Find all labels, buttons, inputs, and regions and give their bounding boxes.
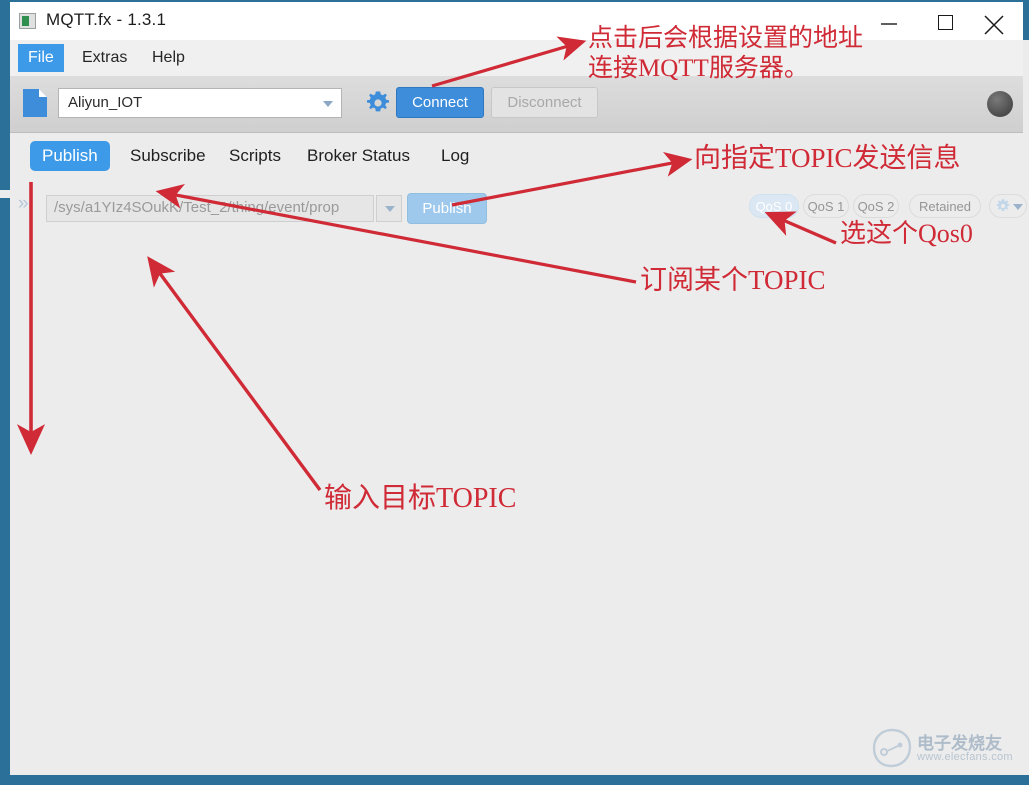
chevron-down-icon: [385, 206, 395, 212]
broker-profile-value: Aliyun_IOT: [68, 94, 143, 111]
gear-icon: [996, 199, 1010, 211]
tab-log[interactable]: Log: [429, 141, 481, 171]
publish-message-area[interactable]: [10, 229, 1023, 775]
qos-1-button[interactable]: QoS 1: [803, 194, 849, 218]
menu-item-help[interactable]: Help: [142, 44, 195, 72]
publish-settings-button[interactable]: [989, 194, 1027, 218]
tab-subscribe[interactable]: Subscribe: [118, 141, 218, 171]
topic-input-value: /sys/a1YIz4SOukK/Test_2/thing/event/prop: [54, 199, 340, 216]
close-button[interactable]: [971, 2, 1017, 42]
menu-item-extras[interactable]: Extras: [72, 44, 137, 72]
chevron-down-icon: [323, 101, 333, 107]
qos-2-button[interactable]: QoS 2: [853, 194, 899, 218]
menu-item-file[interactable]: File: [18, 44, 64, 72]
connect-button[interactable]: Connect: [396, 87, 484, 118]
topic-history-dropdown[interactable]: [376, 195, 402, 222]
connection-toolbar: Aliyun_IOT Connect Disconnect: [10, 76, 1023, 133]
watermark-url: www.elecfans.com: [917, 751, 1013, 763]
title-bar: MQTT.fx - 1.3.1: [10, 2, 1023, 40]
minimize-button[interactable]: [879, 2, 925, 42]
file-icon[interactable]: [22, 88, 48, 118]
mqttfx-app-icon: [19, 13, 36, 29]
window-right-border: [1023, 0, 1029, 40]
chevron-down-icon: [1013, 204, 1023, 210]
window-title: MQTT.fx - 1.3.1: [46, 10, 167, 29]
window-left-border: [0, 0, 10, 785]
topic-input[interactable]: /sys/a1YIz4SOukK/Test_2/thing/event/prop: [46, 195, 374, 222]
watermark: 电子发烧友 www.elecfans.com: [871, 727, 1017, 771]
disconnect-button: Disconnect: [491, 87, 598, 118]
menu-bar: File Extras Help: [10, 40, 1023, 76]
tab-publish[interactable]: Publish: [30, 141, 110, 171]
qos-0-button[interactable]: QoS 0: [749, 194, 799, 218]
connection-status-indicator: [987, 91, 1013, 117]
main-tab-bar: Publish Subscribe Scripts Broker Status …: [10, 133, 1023, 181]
publish-button[interactable]: Publish: [407, 193, 487, 224]
publish-toolbar: » /sys/a1YIz4SOukK/Test_2/thing/event/pr…: [10, 181, 1027, 229]
gear-icon[interactable]: [366, 90, 390, 116]
maximize-icon: [938, 15, 953, 30]
mqttfx-window: MQTT.fx - 1.3.1 File Extras Help Aliyun_…: [0, 0, 1029, 785]
tab-broker-status[interactable]: Broker Status: [295, 141, 422, 171]
window-bottom-border: [0, 775, 1029, 785]
minimize-icon: [881, 23, 897, 25]
window-border-gap: [0, 190, 10, 198]
elecfans-logo-icon: [872, 728, 912, 768]
retained-button[interactable]: Retained: [909, 194, 981, 218]
tab-scripts[interactable]: Scripts: [217, 141, 293, 171]
maximize-button[interactable]: [925, 2, 971, 42]
expand-chevrons-icon[interactable]: »: [18, 193, 29, 215]
broker-profile-select[interactable]: Aliyun_IOT: [58, 88, 342, 118]
close-icon: [984, 15, 1004, 35]
